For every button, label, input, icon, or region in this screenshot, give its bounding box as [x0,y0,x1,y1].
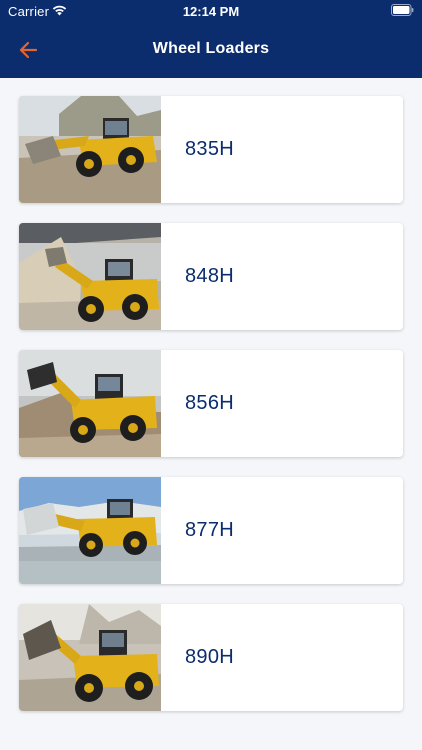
nav-bar: Wheel Loaders [0,30,422,70]
loader-card[interactable]: 877H [19,477,403,584]
status-time: 12:14 PM [182,4,240,19]
loader-list: 835H 848H 856H 877H 890H [19,96,403,731]
loader-thumbnail [19,604,161,711]
loader-model-label: 877H [185,519,235,541]
battery-icon [391,4,414,16]
loader-model-label: 848H [185,265,235,287]
page-title: Wheel Loaders [152,40,270,57]
loader-card[interactable]: 835H [19,96,403,203]
loader-thumbnail [19,96,161,203]
loader-model-label: 835H [185,138,235,160]
loader-card[interactable]: 848H [19,223,403,330]
loader-card[interactable]: 856H [19,350,403,457]
status-bar: Carrier 12:14 PM [0,0,422,22]
loader-model-label: 890H [185,646,235,668]
loader-thumbnail [19,477,161,584]
loader-thumbnail [19,223,161,330]
app-header: Carrier 12:14 PM Wheel Loaders [0,0,422,78]
loader-model-label: 856H [185,392,235,414]
loader-card[interactable]: 890H [19,604,403,711]
loader-thumbnail [19,350,161,457]
